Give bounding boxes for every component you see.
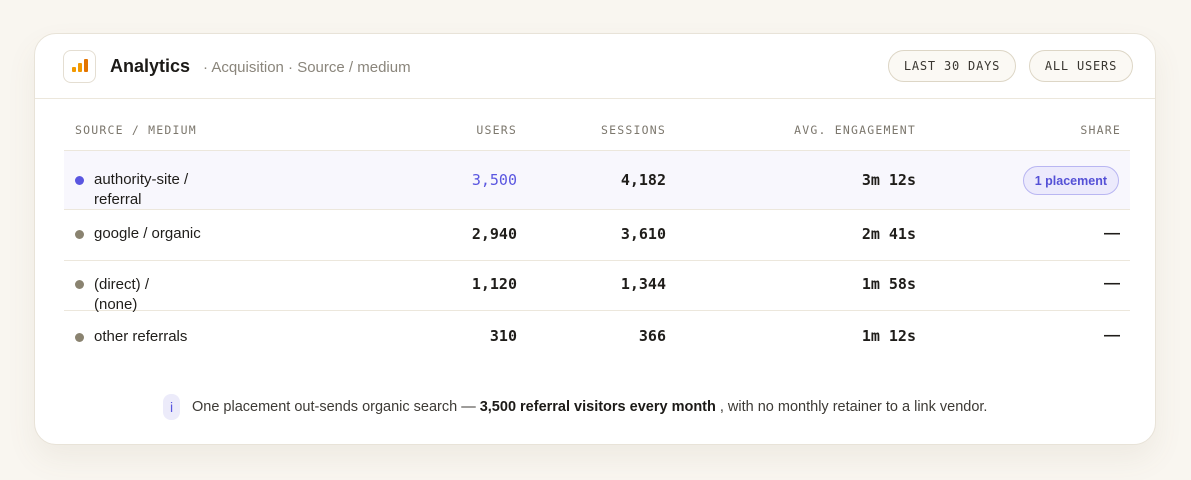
card-header: Analytics · Acquisition · Source / mediu… [35,34,1155,99]
series-dot-icon [75,333,84,342]
row-engagement: 2m 41s [861,225,916,243]
date-range-filter-button[interactable]: LAST 30 DAYS [888,50,1016,82]
table-row[interactable]: google / organic 2,940 3,610 2m 41s — [64,210,1130,261]
analytics-card: Analytics · Acquisition · Source / mediu… [34,33,1156,445]
user-segment-filter-button[interactable]: ALL USERS [1029,50,1133,82]
page-title: Analytics [110,56,191,76]
info-icon: i [163,394,180,420]
row-sessions: 4,182 [620,171,666,189]
row-source: other referrals [94,328,188,345]
row-engagement: 1m 12s [861,327,916,345]
row-source: (direct) / (none) [94,276,150,313]
placement-badge: 1 placement [1022,166,1119,195]
column-header-users: USERS [476,123,517,137]
table-row[interactable]: authority-site / referral 3,500 4,182 3m… [64,151,1130,210]
row-users: 3,500 [471,171,517,189]
series-dot-icon [75,176,84,185]
row-source: google / organic [94,225,201,242]
column-header-share: SHARE [1080,123,1121,137]
row-engagement: 1m 58s [861,275,916,293]
table-row[interactable]: other referrals 310 366 1m 12s — [64,311,1130,363]
row-share: — [1104,225,1120,242]
row-sessions: 1,344 [620,275,666,293]
row-users: 1,120 [471,275,517,293]
insight-highlight: 3,500 referral visitors every month [479,399,716,415]
row-users: 2,940 [471,225,517,243]
row-sessions: 366 [638,327,666,345]
row-users: 310 [489,327,517,345]
series-dot-icon [75,230,84,239]
column-header-engagement: AVG. ENGAGEMENT [794,123,916,137]
column-header-sessions: SESSIONS [601,123,666,137]
row-sessions: 3,610 [620,225,666,243]
breadcrumb: · Acquisition · Source / medium [203,59,411,76]
insight-text: One placement out-sends organic search — [192,399,476,415]
insight-note: i One placement out-sends organic search… [163,394,987,420]
table-row[interactable]: (direct) / (none) 1,120 1,344 1m 58s — [64,261,1130,313]
series-dot-icon [75,280,84,289]
row-source: authority-site / referral [94,171,189,208]
insight-text-end: , with no monthly retainer to a link ven… [719,399,988,415]
row-share: — [1104,327,1120,344]
row-share: — [1104,275,1120,292]
column-header-source: SOURCE / MEDIUM [75,123,197,137]
row-engagement: 3m 12s [861,171,916,189]
analytics-logo-icon [63,50,96,83]
